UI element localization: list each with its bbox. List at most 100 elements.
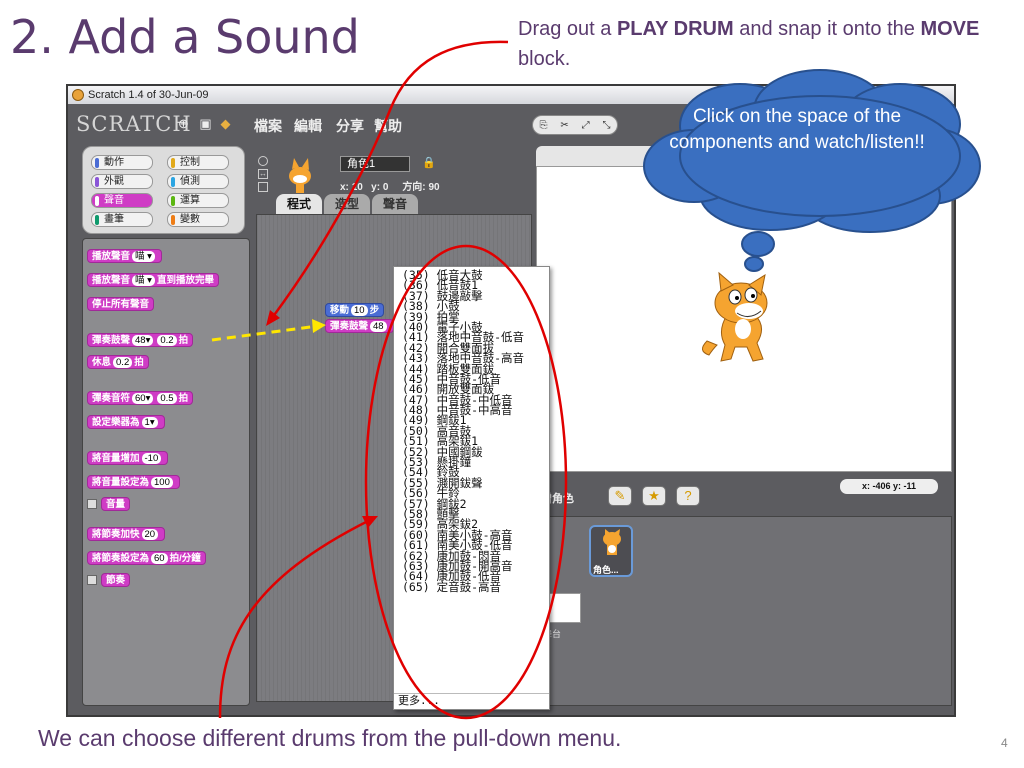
category-control[interactable]: 控制 (167, 155, 229, 170)
tempo-checkbox[interactable] (87, 575, 97, 585)
tempo-change-input[interactable]: 20 (141, 529, 159, 540)
page-number: 4 (1001, 736, 1008, 750)
category-looks[interactable]: 外觀 (91, 174, 153, 189)
rotation-flip-icon[interactable]: ↔ (258, 169, 268, 179)
cursor-tools: ⎘ ✂ ⤢ ⤡ (532, 115, 618, 135)
menu-help[interactable]: 幫助 (374, 116, 402, 136)
move-block[interactable]: 移動 10 步 (325, 303, 385, 317)
volume-reporter[interactable]: 音量 (101, 497, 131, 511)
tempo-reporter[interactable]: 節奏 (101, 573, 131, 587)
category-label: 變數 (180, 214, 200, 225)
drum-dropdown-menu: (35) 低音大鼓 (36) 低音鼓1 (37) 鼓邊敲擊 (38) 小鼓 (39) 拍… (393, 266, 550, 710)
rest-block[interactable]: 休息 0.2 拍 (87, 355, 149, 369)
change-tempo-block[interactable]: 將節奏加快 20 (87, 527, 166, 541)
category-label: 控制 (180, 157, 200, 168)
play-drum-script-block[interactable]: 彈奏鼓聲 48 (325, 319, 394, 333)
drum-option[interactable]: (65) 定音鼓-高音 (402, 581, 549, 593)
choose-sprite-icon[interactable]: ★ (642, 486, 666, 506)
mouse-coordinates: x: -406 y: -11 (840, 479, 938, 494)
tab-sounds[interactable]: 聲音 (372, 194, 418, 214)
drum-dropdown[interactable]: 48▾ (132, 335, 154, 346)
dropdown-more-item[interactable]: 更多... (394, 693, 549, 708)
set-instrument-block[interactable]: 設定樂器為 1▾ (87, 415, 165, 429)
play-drum-block[interactable]: 彈奏鼓聲 48▾ 0.2 拍 (87, 333, 194, 347)
blocks-palette: 播放聲音喵 ▾ 播放聲音喵 ▾ 直到播放完畢 停止所有聲音 彈奏鼓聲 48▾ 0.2 拍… (82, 238, 250, 706)
sprite-thumbnail[interactable]: 角色... (589, 525, 633, 577)
category-sensing[interactable]: 偵測 (167, 174, 229, 189)
play-sound-until-done-block[interactable]: 播放聲音喵 ▾ 直到播放完畢 (87, 273, 219, 287)
volume-change-input[interactable]: -10 (141, 453, 162, 464)
menu-file[interactable]: 檔案 (254, 116, 282, 136)
tab-costumes[interactable]: 造型 (324, 194, 370, 214)
rotation-full-icon[interactable] (258, 156, 268, 166)
set-tempo-block[interactable]: 將節奏設定為 60 拍/分鐘 (87, 551, 206, 565)
volume-checkbox[interactable] (87, 499, 97, 509)
y-value: 0 (382, 182, 389, 193)
play-note-block[interactable]: 彈奏音符 60▾ 0.5 拍 (87, 391, 194, 405)
sound-dropdown[interactable]: 喵 ▾ (132, 275, 155, 286)
play-sound-block[interactable]: 播放聲音喵 ▾ (87, 249, 162, 263)
change-volume-block[interactable]: 將音量增加 -10 (87, 451, 169, 465)
drum-beats-input[interactable]: 0.2 (157, 335, 177, 346)
random-sprite-icon[interactable]: ? (676, 486, 700, 506)
thought-cloud (643, 69, 981, 272)
block-label: 休息 (92, 357, 112, 368)
drum-dropdown[interactable]: 48 (370, 321, 387, 332)
category-color-bar (171, 177, 175, 187)
save-icon[interactable]: ▣ (198, 116, 213, 131)
category-label: 外觀 (104, 176, 124, 187)
lock-icon[interactable]: 🔒 (422, 156, 436, 169)
category-motion[interactable]: 動作 (91, 155, 153, 170)
move-steps-input[interactable]: 10 (351, 305, 368, 316)
category-color-bar (171, 215, 175, 225)
shrink-tool-icon[interactable]: ⤡ (603, 120, 611, 131)
category-variables[interactable]: 變數 (167, 212, 229, 227)
volume-set-input[interactable]: 100 (151, 477, 173, 488)
share-icon[interactable]: ◆ (218, 116, 233, 131)
slot-value: 喵 (135, 251, 145, 262)
category-label: 畫筆 (104, 214, 124, 225)
paint-sprite-icon[interactable]: ✎ (608, 486, 632, 506)
block-label: 將節奏加快 (92, 529, 140, 540)
direction-label: 方向: (402, 182, 426, 193)
category-sound[interactable]: 聲音 (91, 193, 153, 208)
slot-value: 48 (135, 335, 146, 346)
drum-list: (35) 低音大鼓 (36) 低音鼓1 (37) 鼓邊敲擊 (38) 小鼓 (39) 拍… (402, 269, 549, 593)
category-pen[interactable]: 畫筆 (91, 212, 153, 227)
note-dropdown[interactable]: 60▾ (132, 393, 154, 404)
sprite-name-field[interactable]: 角色1 (340, 156, 410, 172)
rotation-none-icon[interactable] (258, 182, 268, 192)
category-operators[interactable]: 運算 (167, 193, 229, 208)
block-label: 步 (369, 305, 380, 316)
menu-share[interactable]: 分享 (336, 116, 364, 136)
globe-icon[interactable]: ⊕ (176, 116, 191, 131)
block-label: 拍 (134, 357, 144, 368)
note-beats-input[interactable]: 0.5 (157, 393, 177, 404)
slot-value: 1 (144, 417, 150, 428)
block-label: 播放聲音 (92, 275, 131, 286)
sound-dropdown[interactable]: 喵 ▾ (132, 251, 155, 262)
sprite-thumb-label: 角色... (593, 565, 619, 575)
block-label: 彈奏音符 (92, 393, 131, 404)
menu-edit[interactable]: 編輯 (294, 116, 322, 136)
slot-value: 喵 (135, 275, 145, 286)
set-volume-block[interactable]: 將音量設定為 100 (87, 475, 180, 489)
category-label: 運算 (180, 195, 200, 206)
instruction-bold-play-drum: PLAY DRUM (616, 18, 734, 40)
block-label: 直到播放完畢 (156, 275, 214, 286)
cloud-text: Click on the space of the components and… (669, 106, 925, 153)
category-color-bar (171, 196, 175, 206)
tempo-set-input[interactable]: 60 (151, 553, 168, 564)
scratch-cat-sprite[interactable] (697, 271, 787, 367)
grow-tool-icon[interactable]: ⤢ (582, 120, 590, 131)
block-label: 彈奏鼓聲 (330, 321, 369, 332)
x-value: 10 (351, 182, 363, 193)
stop-all-sounds-block[interactable]: 停止所有聲音 (87, 297, 155, 311)
category-panel: 動作 控制 外觀 偵測 聲音 運算 畫筆 變數 (82, 146, 245, 234)
category-color-bar (95, 158, 99, 168)
instrument-dropdown[interactable]: 1▾ (141, 417, 158, 428)
tab-scripts[interactable]: 程式 (276, 194, 322, 214)
delete-tool-icon[interactable]: ✂ (560, 120, 568, 131)
duplicate-tool-icon[interactable]: ⎘ (539, 120, 547, 131)
rest-beats-input[interactable]: 0.2 (113, 357, 133, 368)
